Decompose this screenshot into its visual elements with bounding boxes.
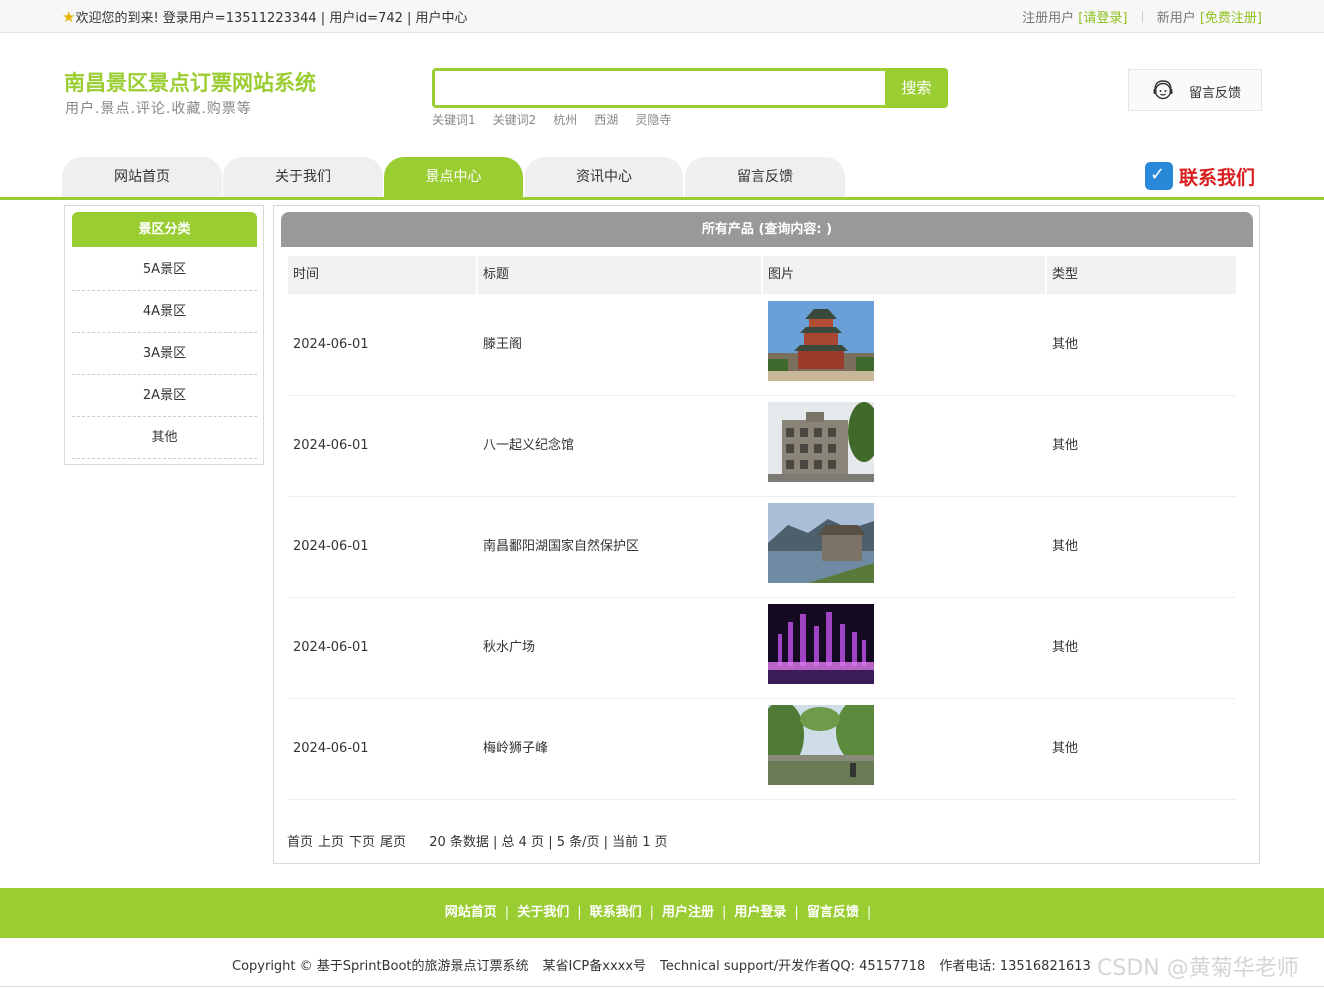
sidebar-item-2a[interactable]: 2A景区 (72, 375, 257, 417)
row-type: 其他 (1052, 438, 1079, 453)
row-date: 2024-06-01 (293, 640, 369, 655)
row-title[interactable]: 梅岭狮子峰 (483, 699, 548, 799)
welcome-text[interactable]: 欢迎您的到来! 登录用户=13511223344 | 用户id=742 | 用户… (75, 11, 467, 26)
tab-feedback[interactable]: 留言反馈 (685, 157, 845, 197)
row-date: 2024-06-01 (293, 539, 369, 554)
tab-news[interactable]: 资讯中心 (525, 157, 683, 197)
sidebar-item-other[interactable]: 其他 (72, 417, 257, 459)
keyword-link[interactable]: 杭州 (553, 113, 577, 127)
row-type: 其他 (1052, 741, 1079, 756)
footer-link-home[interactable]: 网站首页 (445, 905, 497, 920)
attraction-thumbnail[interactable] (768, 705, 874, 785)
table-row: 2024-06-01 滕王阁 其他 (288, 295, 1236, 396)
tab-about[interactable]: 关于我们 (223, 157, 383, 197)
icp-text: 某省ICP备xxxx号 (542, 959, 647, 974)
phone-icon: ✓ (1145, 162, 1173, 190)
row-date: 2024-06-01 (293, 337, 369, 352)
footer-link-about[interactable]: 关于我们 (517, 905, 569, 920)
attraction-thumbnail[interactable] (768, 402, 874, 482)
fountain-image (768, 604, 874, 684)
contact-us-label: 联系我们 (1179, 166, 1256, 189)
search-button[interactable]: 搜索 (885, 68, 948, 108)
customer-service-icon (1153, 80, 1173, 100)
pagination: 首页 上页 下页 尾页 20 条数据 | 总 4 页 | 5 条/页 | 当前 1 页 (287, 831, 668, 850)
divider (1141, 11, 1143, 23)
prev-page-link[interactable]: 上页 (318, 835, 344, 850)
tab-attractions[interactable]: 景点中心 (384, 157, 523, 197)
bottom-divider (0, 986, 1324, 987)
forest-image (768, 705, 874, 785)
search-box: 搜索 (432, 68, 948, 108)
sidebar-item-3a[interactable]: 3A景区 (72, 333, 257, 375)
star-icon: ★ (62, 8, 76, 26)
footer-link-register[interactable]: 用户注册 (662, 905, 714, 920)
row-title[interactable]: 滕王阁 (483, 295, 522, 395)
sidebar-title: 景区分类 (72, 212, 257, 247)
lake-image (768, 503, 874, 583)
panel-title: 所有产品 (查询内容: ) (281, 212, 1253, 247)
product-list-panel: 所有产品 (查询内容: ) 时间 标题 图片 类型 2024-06-01 滕王阁… (273, 205, 1260, 864)
column-header-time: 时间 (288, 256, 476, 294)
site-subtitle: 用户.景点.评论.收藏.购票等 (65, 101, 252, 117)
column-header-title: 标题 (478, 256, 761, 294)
site-title[interactable]: 南昌景区景点订票网站系统 (64, 67, 316, 97)
tab-home[interactable]: 网站首页 (62, 157, 222, 197)
row-title[interactable]: 秋水广场 (483, 598, 535, 698)
support-text: Technical support/开发作者QQ: 45157718 (660, 959, 926, 974)
keyword-link[interactable]: 关键词1 (432, 113, 476, 127)
building-image (768, 402, 874, 482)
table-row: 2024-06-01 南昌鄱阳湖国家自然保护区 其他 (288, 497, 1236, 598)
phone-text: 作者电话: 13516821613 (939, 959, 1091, 974)
category-sidebar: 景区分类 5A景区 4A景区 3A景区 2A景区 其他 (64, 205, 264, 465)
footer-link-contact[interactable]: 联系我们 (590, 905, 642, 920)
footer-link-login[interactable]: 用户登录 (734, 905, 786, 920)
last-page-link[interactable]: 尾页 (380, 835, 406, 850)
account-links: 注册用户 [请登录] 新用户 [免费注册] (1022, 7, 1262, 26)
footer-links: 网站首页 | 关于我们 | 联系我们 | 用户注册 | 用户登录 | 留言反馈 | (0, 888, 1324, 938)
nav-underline (0, 197, 1324, 200)
welcome-area: ★欢迎您的到来! 登录用户=13511223344 | 用户id=742 | 用… (62, 7, 468, 26)
top-bar: ★欢迎您的到来! 登录用户=13511223344 | 用户id=742 | 用… (0, 0, 1324, 33)
register-label: 注册用户 (1022, 11, 1075, 26)
search-input[interactable] (435, 71, 887, 105)
login-link[interactable]: [请登录] (1078, 11, 1127, 26)
row-type: 其他 (1052, 539, 1079, 554)
next-page-link[interactable]: 下页 (349, 835, 375, 850)
column-header-image: 图片 (763, 256, 1045, 294)
table-row: 2024-06-01 梅岭狮子峰 其他 (288, 699, 1236, 800)
contact-us-link[interactable]: ✓ 联系我们 (1145, 162, 1255, 190)
attraction-thumbnail[interactable] (768, 503, 874, 583)
footer-link-feedback[interactable]: 留言反馈 (807, 905, 859, 920)
sidebar-item-4a[interactable]: 4A景区 (72, 291, 257, 333)
attraction-thumbnail[interactable] (768, 301, 874, 381)
copyright-line: Copyright © 基于SprintBoot的旅游景点订票系统 某省ICP备x… (232, 955, 1105, 974)
attraction-thumbnail[interactable] (768, 604, 874, 684)
new-user-label: 新用户 (1156, 11, 1196, 26)
watermark: CSDN @黄菊华老师 (1097, 956, 1299, 981)
hot-keywords: 关键词1 关键词2 杭州 西湖 灵隐寺 (432, 111, 688, 128)
keyword-link[interactable]: 关键词2 (493, 113, 537, 127)
row-title[interactable]: 南昌鄱阳湖国家自然保护区 (483, 497, 639, 597)
table-row: 2024-06-01 八一起义纪念馆 其他 (288, 396, 1236, 497)
free-register-link[interactable]: [免费注册] (1200, 11, 1262, 26)
sidebar-item-5a[interactable]: 5A景区 (72, 249, 257, 291)
first-page-link[interactable]: 首页 (287, 835, 313, 850)
row-date: 2024-06-01 (293, 438, 369, 453)
feedback-button[interactable]: 留言反馈 (1128, 69, 1262, 111)
column-header-type: 类型 (1047, 256, 1236, 294)
row-title[interactable]: 八一起义纪念馆 (483, 396, 574, 496)
feedback-label: 留言反馈 (1189, 86, 1242, 101)
row-type: 其他 (1052, 640, 1079, 655)
copyright-text: Copyright © 基于SprintBoot的旅游景点订票系统 (232, 959, 529, 974)
row-date: 2024-06-01 (293, 741, 369, 756)
pagination-info: 20 条数据 | 总 4 页 | 5 条/页 | 当前 1 页 (429, 835, 668, 850)
pavilion-image (768, 301, 874, 381)
keyword-link[interactable]: 灵隐寺 (635, 113, 671, 127)
keyword-link[interactable]: 西湖 (594, 113, 618, 127)
row-type: 其他 (1052, 337, 1079, 352)
table-row: 2024-06-01 秋水广场 其他 (288, 598, 1236, 699)
